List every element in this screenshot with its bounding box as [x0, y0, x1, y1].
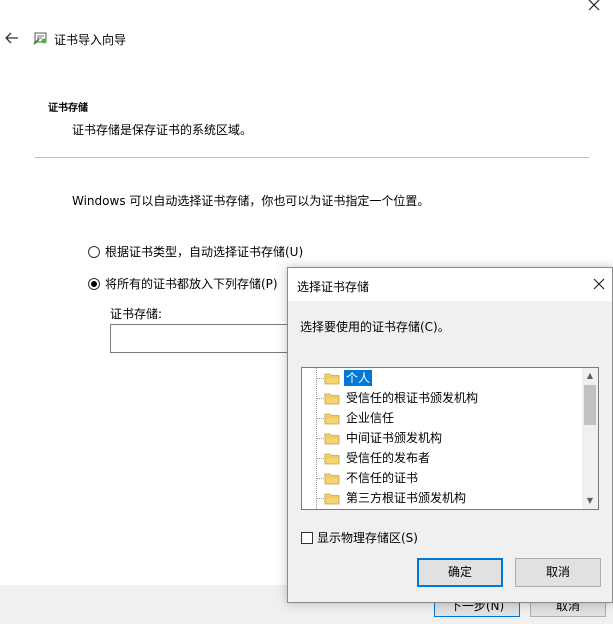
- certificate-icon: [33, 30, 49, 46]
- folder-icon: [324, 371, 340, 385]
- radio-button[interactable]: [88, 245, 100, 258]
- folder-icon: [324, 451, 340, 465]
- scroll-thumb[interactable]: [584, 385, 596, 425]
- folder-icon: [324, 491, 340, 505]
- tree-item-label: 个人: [344, 370, 373, 386]
- section-heading: 证书存储: [48, 103, 88, 114]
- tree-item-label: 中间证书颁发机构: [346, 431, 443, 445]
- folder-icon: [324, 391, 340, 405]
- folder-icon: [324, 411, 340, 425]
- folder-icon: [324, 431, 340, 445]
- tree-item-store[interactable]: 受信任的根证书颁发机构: [302, 388, 582, 408]
- show-physical-stores[interactable]: 显示物理存储区(S): [301, 529, 418, 546]
- tree-item-label: 受信任的根证书颁发机构: [346, 391, 479, 405]
- store-tree[interactable]: 个人受信任的根证书颁发机构 企业信任中间证书颁发机构 受信任的发布者 不信任的证书第三…: [301, 367, 599, 510]
- store-input[interactable]: [110, 324, 310, 353]
- radio-auto-select[interactable]: 根据证书类型，自动选择证书存储(U): [88, 243, 303, 260]
- section-description: 证书存储是保存证书的系统区域。: [72, 123, 253, 137]
- tree-item-store[interactable]: 不信任的证书: [302, 468, 582, 488]
- tree-scrollbar[interactable]: ▲ ▼: [582, 368, 598, 509]
- scroll-down-icon[interactable]: ▼: [582, 493, 598, 509]
- radio-button-selected[interactable]: [88, 277, 100, 290]
- close-icon[interactable]: [583, 0, 605, 16]
- intro-text: Windows 可以自动选择证书存储，你也可以为证书指定一个位置。: [72, 194, 430, 208]
- tree-item-store[interactable]: 中间证书颁发机构: [302, 428, 582, 448]
- tree-item-store[interactable]: 个人: [302, 368, 582, 388]
- dialog-cancel-button[interactable]: 取消: [515, 558, 601, 587]
- back-arrow-icon[interactable]: [4, 30, 20, 46]
- tree-item-store[interactable]: 第三方根证书颁发机构: [302, 488, 582, 508]
- tree-item-label: 第三方根证书颁发机构: [346, 491, 467, 505]
- tree-item-label: 不信任的证书: [346, 471, 419, 485]
- dialog-titlebar: 选择证书存储: [288, 268, 612, 301]
- tree-item-store[interactable]: 企业信任: [302, 408, 582, 428]
- divider: [35, 157, 589, 158]
- dialog-title: 选择证书存储: [297, 280, 370, 294]
- store-label: 证书存储:: [110, 307, 163, 321]
- show-physical-checkbox[interactable]: [301, 531, 313, 544]
- close-icon[interactable]: [592, 277, 606, 291]
- scroll-up-icon[interactable]: ▲: [582, 368, 598, 384]
- folder-icon: [324, 471, 340, 485]
- radio-manual-select[interactable]: 将所有的证书都放入下列存储(P): [88, 275, 278, 292]
- tree-item-store[interactable]: 受信任的发布者: [302, 448, 582, 468]
- wizard-title: 证书导入向导: [54, 33, 127, 47]
- dialog-prompt: 选择要使用的证书存储(C)。: [300, 320, 450, 334]
- tree-item-label: 企业信任: [346, 411, 395, 425]
- radio-auto-label: 根据证书类型，自动选择证书存储(U): [105, 245, 304, 259]
- radio-manual-label: 将所有的证书都放入下列存储(P): [105, 277, 278, 291]
- ok-button[interactable]: 确定: [417, 558, 503, 587]
- tree-item-label: 受信任的发布者: [346, 451, 431, 465]
- select-store-dialog: 选择证书存储 选择要使用的证书存储(C)。 个人受信任的根证书颁发机构 企业信任中…: [287, 267, 613, 603]
- show-physical-label: 显示物理存储区(S): [317, 531, 418, 545]
